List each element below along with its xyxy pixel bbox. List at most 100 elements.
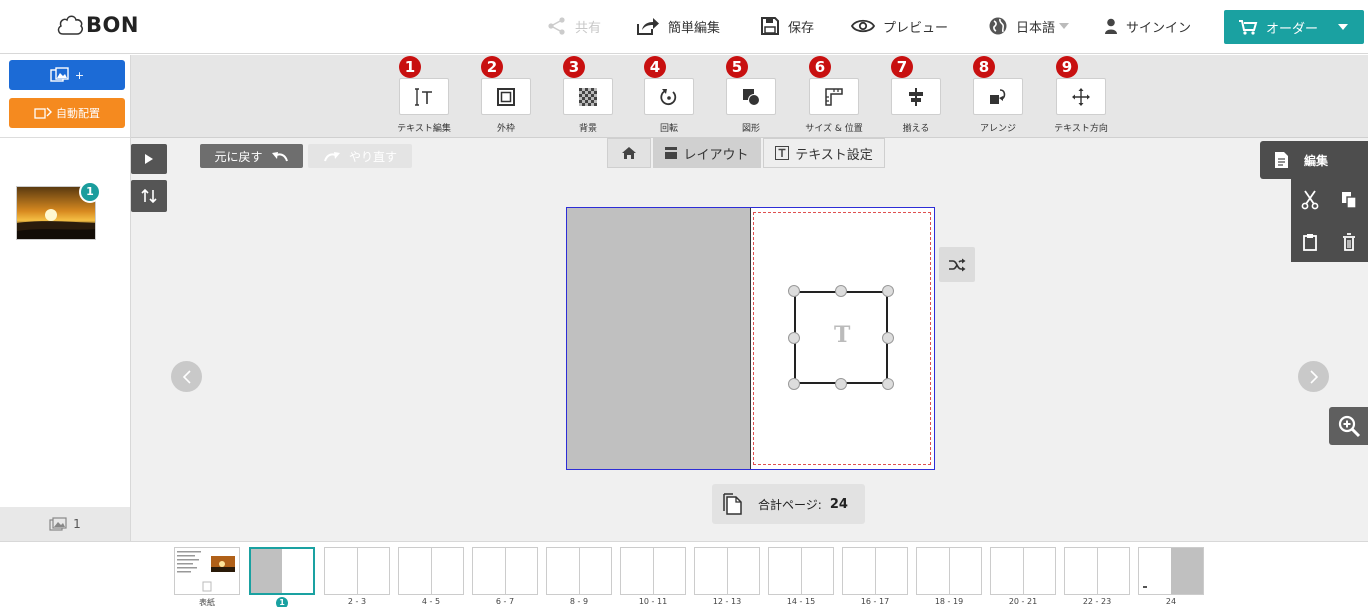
export-arrow-icon: [637, 18, 659, 35]
filmstrip-page-4-5[interactable]: [398, 547, 464, 595]
cover-preview: [175, 548, 239, 594]
tab-home[interactable]: [607, 138, 651, 168]
filmstrip-cover[interactable]: [174, 547, 240, 595]
tool-button[interactable]: [973, 78, 1023, 115]
redo-button[interactable]: やり直す: [308, 144, 412, 168]
share-button[interactable]: 共有: [547, 14, 601, 38]
paste-button[interactable]: [1291, 221, 1329, 262]
save-label: 保存: [788, 20, 815, 36]
tab-layout-label: レイアウト: [683, 147, 749, 163]
tab-text-settings[interactable]: テキスト設定: [763, 138, 885, 168]
resize-handle[interactable]: [788, 332, 800, 344]
add-photos-button[interactable]: +: [9, 60, 125, 90]
view-tabs: レイアウト テキスト設定: [607, 138, 887, 168]
tool-label: サイズ & 位置: [805, 124, 863, 134]
tool-text-direction[interactable]: 9 テキスト方向: [1054, 56, 1108, 134]
preview-label: プレビュー: [883, 20, 949, 36]
filmstrip-page-20-21[interactable]: [990, 547, 1056, 595]
sort-arrows-icon: [141, 189, 157, 203]
page-count-display: 合計ページ: 24: [712, 484, 865, 524]
filmstrip-page-22-23[interactable]: [1064, 547, 1130, 595]
resize-handle[interactable]: [788, 285, 800, 297]
tool-number-badge: 1: [399, 56, 421, 78]
tool-frame[interactable]: 2 外枠: [481, 56, 531, 134]
filmstrip-page-18-19[interactable]: [916, 547, 982, 595]
tool-button[interactable]: [399, 78, 449, 115]
resize-handle[interactable]: [882, 285, 894, 297]
resize-handle[interactable]: [835, 285, 847, 297]
filmstrip-page-14-15[interactable]: [768, 547, 834, 595]
tool-button[interactable]: [644, 78, 694, 115]
filmstrip-page-1[interactable]: [249, 547, 315, 595]
signin-label: サインイン: [1126, 20, 1192, 36]
expand-panel-button[interactable]: [131, 144, 167, 174]
edit-panel-toggle[interactable]: 編集: [1260, 141, 1368, 179]
tool-align[interactable]: 7 揃える: [891, 56, 941, 134]
cloud-logo-icon: [57, 15, 83, 35]
edit-tools-grid: [1291, 179, 1368, 262]
delete-button[interactable]: [1330, 221, 1368, 262]
filmstrip-label: 表紙: [199, 598, 215, 607]
copy-icon: [1342, 191, 1357, 209]
resize-handle[interactable]: [835, 378, 847, 390]
save-button[interactable]: 保存: [760, 14, 814, 38]
frame-icon: [497, 87, 515, 106]
bon-logo[interactable]: BON: [55, 10, 139, 40]
resize-handle[interactable]: [788, 378, 800, 390]
tool-label: 揃える: [902, 124, 930, 134]
cut-button[interactable]: [1291, 179, 1329, 220]
gutter: [1097, 548, 1098, 594]
sort-button[interactable]: [131, 180, 167, 212]
tool-background[interactable]: 3 背景: [563, 56, 613, 134]
next-page-button[interactable]: [1298, 361, 1329, 392]
scissors-icon: [1301, 189, 1319, 209]
undo-button[interactable]: 元に戻す: [200, 144, 303, 168]
resize-handle[interactable]: [882, 332, 894, 344]
order-button[interactable]: オーダー: [1224, 10, 1364, 44]
auto-layout-button[interactable]: 自動配置: [9, 98, 125, 128]
tool-number-badge: 6: [809, 56, 831, 78]
tool-text-edit[interactable]: 1 テキスト編集: [397, 56, 451, 134]
filmstrip-label: 18 - 19: [934, 597, 964, 606]
page-24-back-blank: [1171, 548, 1203, 594]
filmstrip-label: 4 - 5: [421, 597, 441, 606]
tool-button[interactable]: [481, 78, 531, 115]
tool-arrange[interactable]: 8 アレンジ: [973, 56, 1023, 134]
tool-rotate[interactable]: 4 回転: [644, 56, 694, 134]
zoom-button[interactable]: [1329, 407, 1368, 445]
quick-edit-button[interactable]: 簡単編集: [636, 14, 720, 38]
tool-shape[interactable]: 5 図形: [726, 56, 776, 134]
top-bar: BON 共有 簡単編集 保存 プレビュー 日本語 サインイン オーダー: [0, 0, 1368, 54]
usage-count-badge: 1: [79, 181, 101, 203]
filmstrip-page-16-17[interactable]: [842, 547, 908, 595]
filmstrip-page-10-11[interactable]: [620, 547, 686, 595]
tool-button[interactable]: [809, 78, 859, 115]
tab-layout[interactable]: レイアウト: [653, 138, 761, 168]
zoom-in-icon: [1338, 415, 1360, 438]
filmstrip-page-6-7[interactable]: [472, 547, 538, 595]
filmstrip-page-12-13[interactable]: [694, 547, 760, 595]
left-page[interactable]: [567, 208, 751, 469]
shuffle-layout-button[interactable]: [939, 247, 975, 282]
tool-size-position[interactable]: 6 サイズ & 位置: [805, 56, 863, 134]
caret-down-icon: [1059, 23, 1070, 29]
copy-button[interactable]: [1330, 179, 1368, 220]
tool-button[interactable]: [891, 78, 941, 115]
preview-button[interactable]: プレビュー: [851, 14, 948, 38]
edit-panel-label: 編集: [1304, 153, 1329, 168]
tab-text-label: テキスト設定: [795, 147, 873, 163]
tool-button[interactable]: [563, 78, 613, 115]
resize-handle[interactable]: [882, 378, 894, 390]
tool-number-badge: 2: [481, 56, 503, 78]
signin-button[interactable]: サインイン: [1104, 14, 1191, 38]
filmstrip-page-2-3[interactable]: [324, 547, 390, 595]
tool-button[interactable]: [1056, 78, 1106, 115]
prev-page-button[interactable]: [171, 361, 202, 392]
tool-label: 図形: [741, 124, 760, 134]
language-select[interactable]: 日本語: [988, 14, 1070, 38]
user-icon: [1105, 18, 1117, 34]
tool-button[interactable]: [726, 78, 776, 115]
filmstrip-page-24[interactable]: [1138, 547, 1204, 595]
page-count-value: 24: [829, 496, 848, 512]
filmstrip-page-8-9[interactable]: [546, 547, 612, 595]
